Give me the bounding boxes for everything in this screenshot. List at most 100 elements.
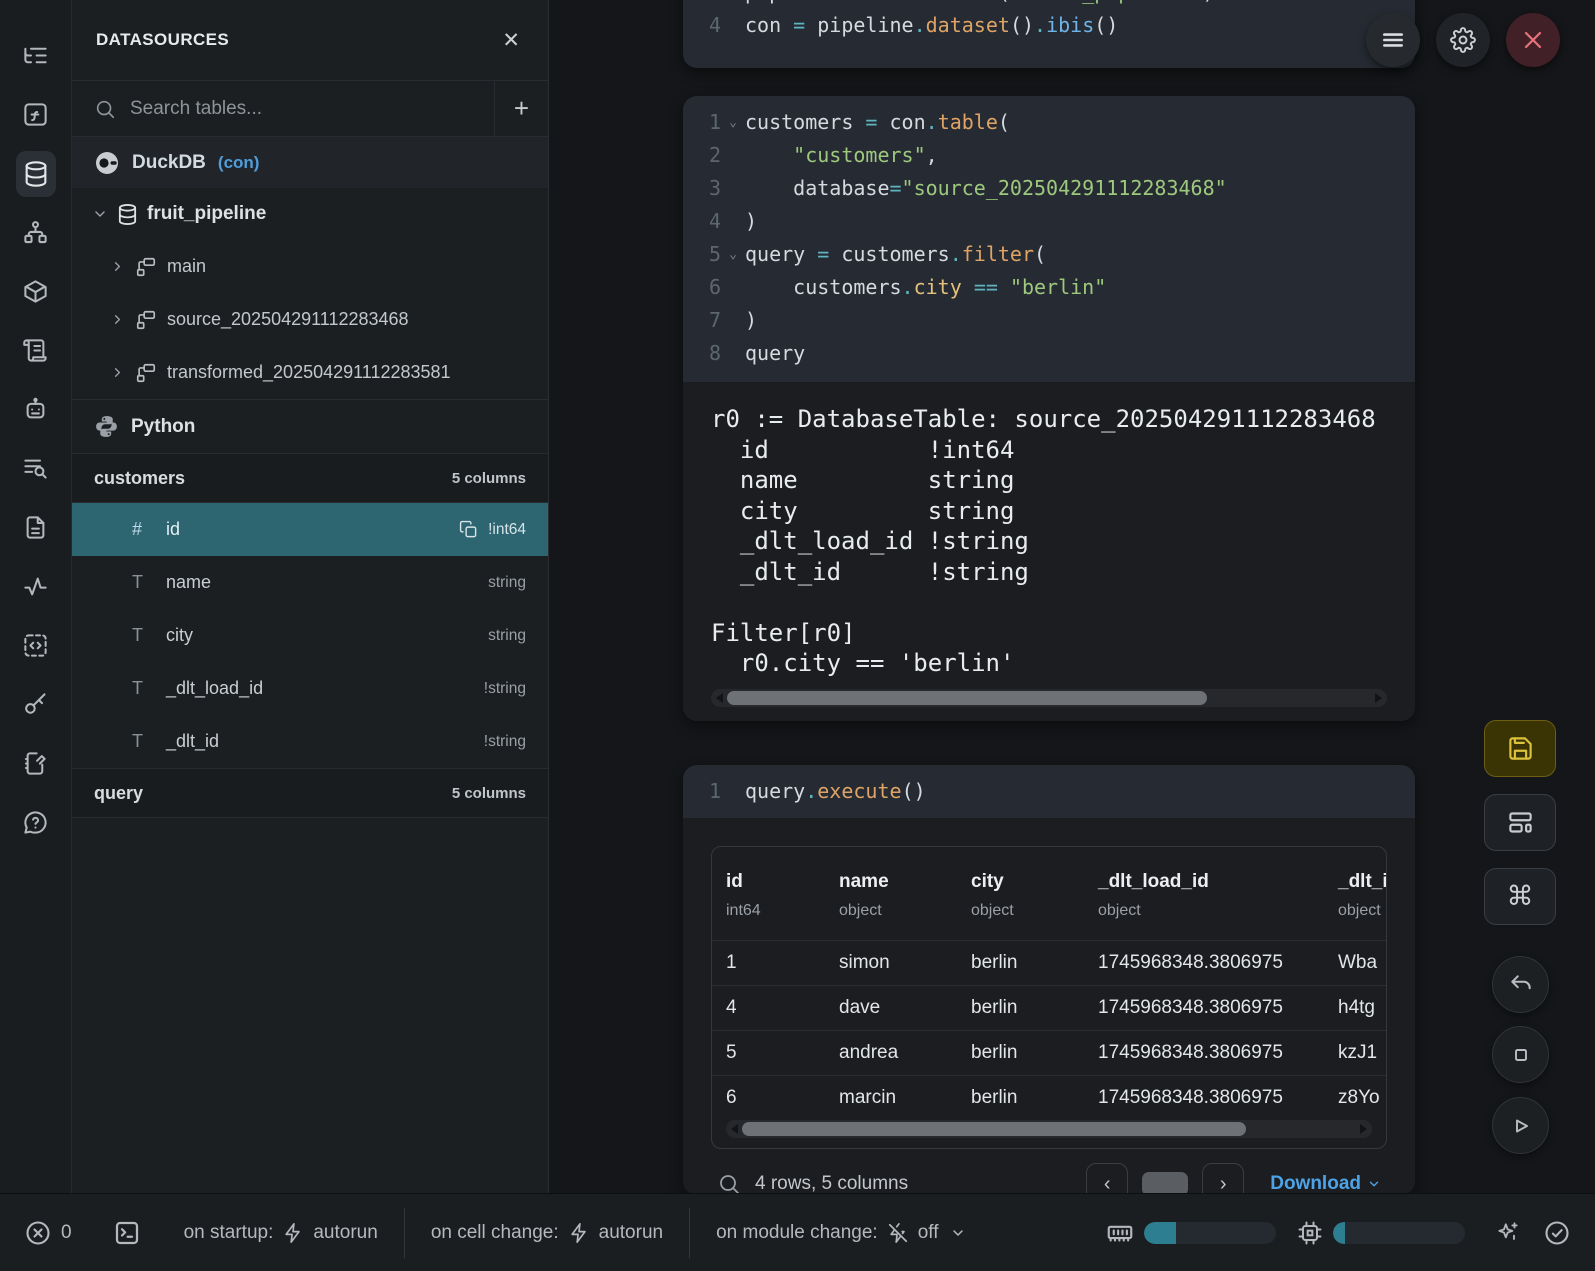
close-panel-button[interactable]: ✕ — [498, 26, 524, 55]
activity-packages-button[interactable] — [10, 262, 62, 321]
engine-row-python[interactable]: Python — [72, 399, 548, 453]
fold-chevron-icon[interactable]: ⌄ — [721, 238, 745, 271]
activity-datasources-button[interactable] — [10, 144, 62, 203]
line-number: 4 — [683, 205, 721, 238]
activity-secrets-button[interactable] — [10, 675, 62, 734]
stop-button[interactable] — [1492, 1026, 1549, 1083]
fold-chevron-icon[interactable]: ⌄ — [721, 106, 745, 139]
column-header-name: _dlt_id — [1338, 871, 1387, 893]
code-line[interactable]: 4con = pipeline.dataset().ibis() — [683, 9, 1415, 42]
code-cell-2[interactable]: 1⌄customers = con.table(2 "customers",3 … — [683, 96, 1415, 721]
activity-logs-button[interactable] — [10, 321, 62, 380]
code-square-icon — [16, 623, 56, 669]
column-row-id[interactable]: #id!int64 — [72, 503, 548, 556]
activity-help-button[interactable] — [10, 793, 62, 852]
zap-off-icon — [887, 1222, 909, 1244]
on-cell-change-setting[interactable]: on cell change: autorun — [431, 1222, 663, 1244]
header-cell-city[interactable]: cityobject — [971, 871, 1098, 920]
activity-function-button[interactable] — [10, 85, 62, 144]
table-horizontal-scrollbar[interactable] — [726, 1120, 1372, 1138]
scroll-right-arrow[interactable] — [1360, 1124, 1367, 1134]
search-tables-input[interactable] — [128, 97, 494, 121]
settings-button[interactable] — [1436, 13, 1490, 67]
on-startup-value: autorun — [313, 1222, 377, 1244]
table-row[interactable]: 4daveberlin1745968348.3806975h4tg — [712, 985, 1386, 1030]
undo-button[interactable] — [1492, 956, 1549, 1013]
column-dtype: !string — [484, 680, 526, 698]
command-palette-button[interactable]: ⌘ — [1484, 868, 1556, 925]
activity-scratchpad-button[interactable] — [10, 734, 62, 793]
command-icon: ⌘ — [1507, 881, 1534, 912]
scroll-left-arrow[interactable] — [731, 1124, 738, 1134]
activity-monitor-button[interactable] — [10, 557, 62, 616]
column-row-_dlt_load_id[interactable]: T_dlt_load_id!string — [72, 662, 548, 715]
scroll-left-arrow[interactable] — [716, 693, 723, 703]
code-line[interactable]: 1⌄customers = con.table( — [683, 106, 1415, 139]
activity-document-button[interactable] — [10, 498, 62, 557]
code-line[interactable]: 5⌄query = customers.filter( — [683, 238, 1415, 271]
schema-row[interactable]: source_202504291112283468 — [72, 293, 548, 346]
connection-status-button[interactable] — [1543, 1219, 1571, 1247]
database-icon — [16, 151, 56, 197]
add-datasource-button[interactable]: + — [494, 81, 548, 136]
stop-icon — [1509, 1043, 1533, 1067]
ai-assistant-button[interactable] — [1495, 1220, 1521, 1246]
header-cell-name[interactable]: nameobject — [839, 871, 971, 920]
layout-button[interactable] — [1484, 794, 1556, 851]
on-module-change-setting[interactable]: on module change: off — [716, 1222, 965, 1244]
column-row-city[interactable]: Tcitystring — [72, 609, 548, 662]
shutdown-button[interactable] — [1506, 13, 1560, 67]
prev-page-button[interactable]: ‹ — [1086, 1163, 1128, 1195]
header-cell-_dlt_load_id[interactable]: _dlt_load_idobject — [1098, 871, 1338, 920]
header-cell-id[interactable]: idint64 — [726, 871, 839, 920]
connection-row-duckdb[interactable]: DuckDB (con) — [72, 137, 548, 188]
terminal-button[interactable] — [112, 1218, 142, 1248]
column-row-name[interactable]: Tnamestring — [72, 556, 548, 609]
horizontal-scrollbar[interactable] — [711, 689, 1387, 707]
activity-workflow-button[interactable] — [10, 203, 62, 262]
schema-row[interactable]: main — [72, 240, 548, 293]
scroll-right-arrow[interactable] — [1375, 693, 1382, 703]
download-link[interactable]: Download — [1270, 1173, 1381, 1195]
scrollbar-thumb[interactable] — [742, 1122, 1246, 1136]
activity-chat-button[interactable] — [10, 380, 62, 439]
activity-file-tree-button[interactable] — [10, 26, 62, 85]
table-cell: h4tg — [1338, 997, 1387, 1019]
code-line[interactable]: 7) — [683, 304, 1415, 337]
header-cell-_dlt_id[interactable]: _dlt_idobject — [1338, 871, 1387, 920]
panel-header: DATASOURCES ✕ — [72, 0, 548, 80]
code-cell-1[interactable]: 3pipeline = dlt.attach("fruit_pipeline")… — [683, 0, 1415, 68]
on-startup-label: on startup: — [184, 1222, 274, 1244]
code-line[interactable]: 1query.execute() — [683, 775, 1415, 808]
table-row[interactable]: 6marcinberlin1745968348.3806975z8Yo — [712, 1075, 1386, 1120]
copy-icon[interactable] — [459, 520, 478, 539]
code-line[interactable]: 6 customers.city == "berlin" — [683, 271, 1415, 304]
next-page-button[interactable]: › — [1202, 1163, 1244, 1195]
code-line[interactable]: 3 database="source_202504291112283468" — [683, 172, 1415, 205]
menu-button[interactable] — [1366, 13, 1420, 67]
save-button[interactable] — [1484, 720, 1556, 777]
file-tree-icon — [16, 33, 56, 79]
code-line[interactable]: 8query — [683, 337, 1415, 370]
code-line[interactable]: 2 "customers", — [683, 139, 1415, 172]
activity-list-search-button[interactable] — [10, 439, 62, 498]
column-row-_dlt_id[interactable]: T_dlt_id!string — [72, 715, 548, 768]
table-row[interactable]: 1simonberlin1745968348.3806975Wba — [712, 940, 1386, 985]
scrollbar-thumb[interactable] — [727, 691, 1207, 705]
code-line[interactable]: 4) — [683, 205, 1415, 238]
code-line[interactable]: 3pipeline = dlt.attach("fruit_pipeline") — [683, 0, 1415, 9]
errors-indicator[interactable]: 0 — [24, 1219, 72, 1247]
schema-icon — [135, 309, 157, 331]
database-row[interactable]: fruit_pipeline — [72, 188, 548, 240]
table-row[interactable]: customers5 columns — [72, 453, 548, 503]
activity-snippets-button[interactable] — [10, 616, 62, 675]
table-search-icon[interactable] — [717, 1172, 741, 1195]
table-row[interactable]: 5andreaberlin1745968348.3806975kzJ1 — [712, 1030, 1386, 1075]
schema-row[interactable]: transformed_202504291112283581 — [72, 346, 548, 399]
run-button[interactable] — [1492, 1097, 1549, 1154]
ram-usage-indicator — [1105, 1218, 1276, 1248]
on-startup-setting[interactable]: on startup: autorun — [184, 1222, 378, 1244]
code-cell-3[interactable]: 1query.execute() idint64nameobjectcityob… — [683, 765, 1415, 1195]
error-count: 0 — [61, 1222, 72, 1244]
table-row[interactable]: query5 columns — [72, 768, 548, 818]
